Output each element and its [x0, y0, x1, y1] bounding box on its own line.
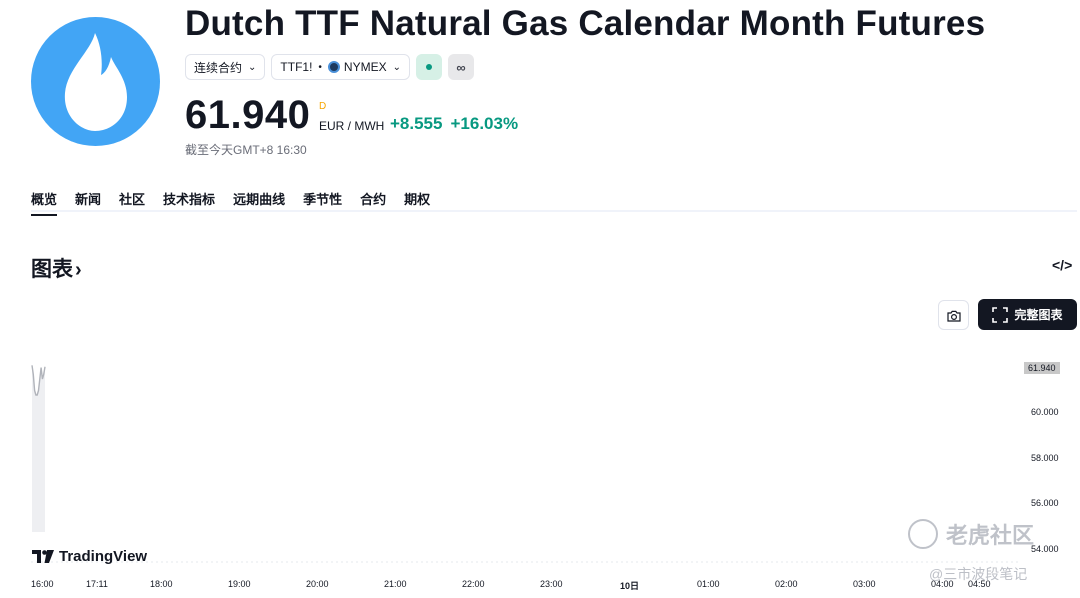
contract-type-dropdown[interactable]: 连续合约 ⌄	[185, 54, 266, 80]
watermark-brand-text: 老虎社区	[946, 523, 1035, 548]
embed-code-icon[interactable]: </>	[1052, 257, 1072, 273]
y-tick-label: 58.000	[1031, 453, 1059, 463]
x-tick-label: 03:00	[853, 579, 876, 589]
market-open-indicator[interactable]	[416, 54, 442, 80]
y-tick-label: 56.000	[1031, 498, 1059, 508]
symbol-label: TTF1!	[280, 60, 313, 74]
full-chart-label: 完整图表	[1014, 308, 1063, 322]
chart-section-link[interactable]: 图表 ›	[31, 253, 82, 283]
y-tick-label: 54.000	[1031, 544, 1059, 554]
as-of-timestamp: 截至今天GMT+8 16:30	[185, 143, 307, 157]
symbol-exchange-dropdown[interactable]: TTF1! • NYMEX ⌄	[271, 54, 410, 80]
x-tick-label: 20:00	[306, 579, 329, 589]
fullscreen-icon	[992, 306, 1009, 323]
x-tick-label: 17:11	[86, 579, 108, 589]
chart-section-title: 图表	[31, 258, 73, 281]
price-change: +8.555 +16.03%	[390, 114, 518, 134]
flame-icon	[31, 17, 160, 146]
x-tick-label: 19:00	[228, 579, 251, 589]
x-tick-label: 21:00	[384, 579, 407, 589]
y-tick-label: 60.000	[1031, 407, 1059, 417]
chevron-down-icon: ⌄	[392, 61, 401, 73]
status-dot-icon	[426, 64, 432, 70]
tab-divider	[31, 210, 1077, 212]
x-tick-label: 22:00	[462, 579, 485, 589]
current-price-label: 61.940	[1024, 362, 1060, 374]
change-absolute: +8.555	[390, 114, 443, 133]
chevron-down-icon: ⌄	[248, 61, 257, 73]
chevron-right-icon: ›	[75, 259, 82, 281]
exchange-icon	[327, 61, 340, 73]
full-chart-button[interactable]: 完整图表	[978, 299, 1077, 330]
x-tick-label: 01:00	[697, 579, 720, 589]
camera-icon	[947, 310, 961, 322]
infinity-icon: ∞	[456, 59, 466, 75]
x-tick-label: 02:00	[775, 579, 798, 589]
tiger-logo-icon	[908, 519, 938, 549]
page-title: Dutch TTF Natural Gas Calendar Month Fut…	[185, 4, 986, 43]
contract-type-label: 连续合约	[194, 60, 243, 75]
separator-dot: •	[318, 61, 322, 73]
change-percent: +16.03%	[450, 114, 519, 133]
last-price: 61.940	[185, 93, 311, 137]
continuous-contract-button[interactable]: ∞	[448, 54, 474, 80]
x-tick-label: 10日	[620, 581, 640, 591]
x-tick-label: 18:00	[150, 579, 173, 589]
x-tick-label: 23:00	[540, 579, 563, 589]
price-delay-flag: D	[319, 101, 327, 112]
price-unit: EUR / MWH	[319, 119, 385, 133]
tradingview-logo[interactable]: TradingView	[32, 548, 147, 565]
tradingview-icon	[32, 550, 54, 563]
watermark-author: @三市波段笔记	[929, 566, 1028, 582]
watermark-brand: 老虎社区	[908, 518, 1034, 550]
tradingview-label: TradingView	[59, 548, 148, 565]
symbol-chips: 连续合约 ⌄ TTF1! • NYMEX ⌄ ∞	[185, 54, 474, 80]
exchange-label: NYMEX	[343, 60, 387, 74]
x-tick-label: 16:00	[31, 579, 54, 589]
snapshot-button[interactable]	[938, 300, 969, 330]
